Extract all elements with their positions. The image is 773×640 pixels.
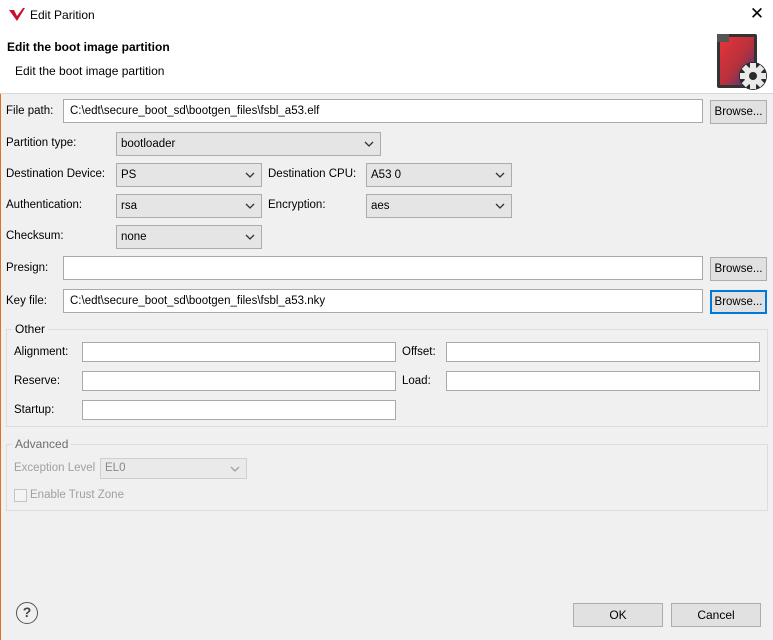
chevron-down-icon xyxy=(495,172,505,178)
other-group-title: Other xyxy=(12,322,49,336)
destination-device-value: PS xyxy=(121,169,137,181)
header-title: Edit the boot image partition xyxy=(7,40,170,54)
checksum-label: Checksum: xyxy=(6,230,64,242)
partition-type-label: Partition type: xyxy=(6,137,77,149)
destination-cpu-value: A53 0 xyxy=(371,169,402,181)
key-file-label: Key file: xyxy=(6,295,47,307)
destination-cpu-label: Destination CPU: xyxy=(268,168,357,180)
header-subtitle: Edit the boot image partition xyxy=(15,64,165,78)
partition-type-value: bootloader xyxy=(121,138,176,150)
reserve-label: Reserve: xyxy=(14,375,61,387)
checksum-value: none xyxy=(121,231,147,243)
ok-button[interactable]: OK xyxy=(573,603,663,627)
help-icon: ? xyxy=(22,604,32,620)
partition-type-select[interactable]: bootloader xyxy=(116,132,381,156)
help-button[interactable]: ? xyxy=(16,602,38,624)
encryption-value: aes xyxy=(371,200,390,212)
file-path-browse-button[interactable]: Browse... xyxy=(710,100,767,124)
encryption-select[interactable]: aes xyxy=(366,194,512,218)
file-path-input[interactable]: C:\edt\secure_boot_sd\bootgen_files\fsbl… xyxy=(63,99,703,123)
dialog-header: Edit the boot image partition Edit the b… xyxy=(0,30,773,94)
chevron-down-icon xyxy=(245,172,255,178)
key-file-browse-button[interactable]: Browse... xyxy=(710,290,767,314)
file-path-label: File path: xyxy=(6,105,54,117)
app-logo-icon xyxy=(9,8,25,21)
chevron-down-icon xyxy=(495,203,505,209)
authentication-select[interactable]: rsa xyxy=(116,194,262,218)
chevron-down-icon xyxy=(245,234,255,240)
presign-input[interactable] xyxy=(63,256,703,280)
encryption-label: Encryption: xyxy=(268,199,326,211)
close-button[interactable]: ✕ xyxy=(744,4,770,26)
destination-device-select[interactable]: PS xyxy=(116,163,262,187)
cancel-button[interactable]: Cancel xyxy=(671,603,761,627)
offset-label: Offset: xyxy=(402,346,436,358)
key-file-input[interactable]: C:\edt\secure_boot_sd\bootgen_files\fsbl… xyxy=(63,289,703,313)
checksum-select[interactable]: none xyxy=(116,225,262,249)
load-input[interactable] xyxy=(446,371,760,391)
destination-device-label: Destination Device: xyxy=(6,168,106,180)
window-edge xyxy=(0,0,1,640)
startup-input[interactable] xyxy=(82,400,396,420)
exception-level-select[interactable]: EL0 xyxy=(100,458,247,479)
offset-input[interactable] xyxy=(446,342,760,362)
authentication-label: Authentication: xyxy=(6,199,83,211)
alignment-input[interactable] xyxy=(82,342,396,362)
trust-zone-checkbox[interactable] xyxy=(14,489,27,502)
exception-level-value: EL0 xyxy=(105,462,126,474)
advanced-group-title: Advanced xyxy=(12,437,72,451)
title-bar: Edit Parition ✕ xyxy=(0,0,773,30)
authentication-value: rsa xyxy=(121,200,137,212)
alignment-label: Alignment: xyxy=(14,346,69,358)
destination-cpu-select[interactable]: A53 0 xyxy=(366,163,512,187)
reserve-input[interactable] xyxy=(82,371,396,391)
presign-label: Presign: xyxy=(6,262,49,274)
trust-zone-label: Enable Trust Zone xyxy=(30,489,124,501)
chevron-down-icon xyxy=(230,466,240,472)
load-label: Load: xyxy=(402,375,431,387)
chevron-down-icon xyxy=(364,141,374,147)
presign-browse-button[interactable]: Browse... xyxy=(710,257,767,281)
startup-label: Startup: xyxy=(14,404,55,416)
exception-level-label: Exception Level xyxy=(14,462,96,474)
chevron-down-icon xyxy=(245,203,255,209)
window-title: Edit Parition xyxy=(30,8,95,22)
boot-image-settings-icon xyxy=(717,34,767,90)
close-icon: ✕ xyxy=(749,4,765,23)
